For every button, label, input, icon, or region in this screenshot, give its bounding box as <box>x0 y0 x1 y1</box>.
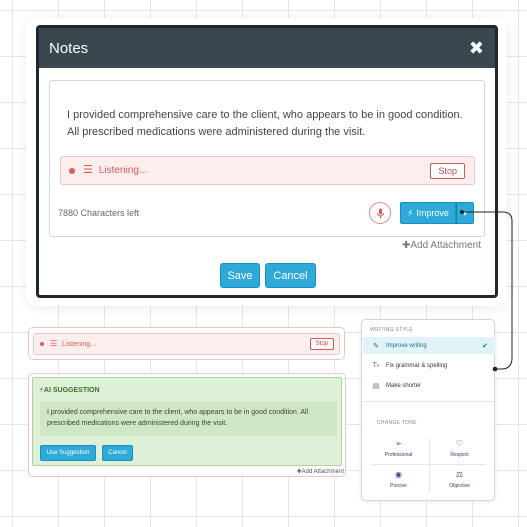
improve-dropdown-toggle[interactable]: ▾ <box>456 202 474 224</box>
improve-button[interactable]: ⚡ Improve <box>400 202 456 224</box>
listening-panel: ☰ Listening... Stop <box>28 327 345 360</box>
add-attachment-link[interactable]: ✚Add Attachment <box>402 240 481 251</box>
menu-item-fix-grammar[interactable]: Tx Fix grammar & spelling <box>363 357 495 374</box>
text-format-icon: Tx <box>372 362 380 369</box>
character-count: 7880 Characters left <box>58 208 140 218</box>
list-icon: ☰ <box>50 339 58 348</box>
menu-item-label: Fix grammar & spelling <box>386 362 448 369</box>
improve-label: Improve <box>416 208 449 218</box>
chevron-down-icon: ▾ <box>462 208 467 218</box>
heart-icon: ♡ <box>455 439 464 448</box>
notes-modal: Notes ✖ I provided comprehensive care to… <box>36 25 498 298</box>
shorten-icon: ▤ <box>372 382 380 390</box>
tone-precise[interactable]: ◉ Precise <box>368 464 429 495</box>
menu-item-label: Make shorter <box>386 382 422 389</box>
close-icon[interactable]: ✖ <box>469 39 484 57</box>
add-attachment-label: Add Attachment <box>410 240 481 251</box>
tone-professional[interactable]: ➢ Professional <box>368 433 429 464</box>
modal-header: Notes ✖ <box>39 28 495 68</box>
listening-status: Listening... <box>98 165 148 176</box>
list-icon: ☰ <box>83 164 93 176</box>
recording-dot-icon <box>40 342 44 346</box>
notes-editor[interactable]: I provided comprehensive care to the cli… <box>49 80 485 237</box>
modal-title: Notes <box>49 39 89 57</box>
improve-menu: WRITING STYLE ✎ Improve writing ✔ Tx Fix… <box>361 319 495 501</box>
listening-bar-small: ☰ Listening... Stop <box>33 333 340 355</box>
change-tone-label: CHANGE TONE <box>377 420 417 426</box>
tone-label: Precise <box>390 483 407 489</box>
tone-divider-horizontal <box>372 464 486 465</box>
tone-objective[interactable]: ⚖ Objective <box>429 464 490 495</box>
scale-icon: ⚖ <box>455 470 464 479</box>
microphone-button[interactable] <box>369 202 391 224</box>
menu-item-make-shorter[interactable]: ▤ Make shorter <box>363 377 495 394</box>
pencil-icon: ✎ <box>373 342 379 350</box>
add-attachment-label: Add Attachment <box>301 469 344 475</box>
ai-suggestion-box: ⚡AI SUGGESTION I provided comprehensive … <box>32 377 342 466</box>
suggestion-text: I provided comprehensive care to the cli… <box>40 401 337 436</box>
lightning-icon: ⚡ <box>407 207 414 218</box>
editor-text[interactable]: I provided comprehensive care to the cli… <box>67 107 467 141</box>
menu-item-improve-writing[interactable]: ✎ Improve writing ✔ <box>363 337 495 354</box>
listening-bar: ☰ Listening... Stop <box>60 156 475 185</box>
tone-label: Professional <box>384 452 413 458</box>
check-icon: ✔ <box>482 342 488 350</box>
stop-button[interactable]: Stop <box>309 338 334 350</box>
microphone-icon <box>376 208 384 218</box>
target-icon: ◉ <box>395 470 402 479</box>
recording-dot-icon <box>69 167 75 174</box>
menu-item-label: Improve writing <box>386 342 427 349</box>
ai-suggestion-title: ⚡AI SUGGESTION <box>39 386 100 394</box>
add-attachment-link[interactable]: ✚Add Attachment <box>297 468 344 475</box>
writing-style-label: WRITING STYLE <box>370 327 413 333</box>
paper-plane-icon: ➢ <box>395 439 402 448</box>
suggestion-cancel-button[interactable]: Cancel <box>102 445 133 461</box>
ai-suggestion-heading: AI SUGGESTION <box>43 387 100 394</box>
save-button[interactable]: Save <box>220 263 260 288</box>
tone-label: Respect <box>450 452 469 458</box>
stop-button[interactable]: Stop <box>430 163 465 179</box>
listening-status: Listening... <box>62 340 97 348</box>
tone-divider-vertical <box>429 438 430 492</box>
cancel-button[interactable]: Cancel <box>265 263 316 288</box>
use-suggestion-button[interactable]: Use Suggestion <box>40 445 96 461</box>
tone-respect[interactable]: ♡ Respect <box>429 433 490 464</box>
tone-label: Objective <box>449 483 470 489</box>
menu-divider <box>363 401 495 402</box>
ai-suggestion-panel: ⚡AI SUGGESTION I provided comprehensive … <box>28 373 346 477</box>
